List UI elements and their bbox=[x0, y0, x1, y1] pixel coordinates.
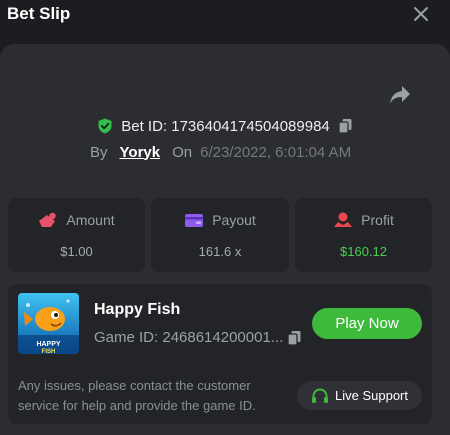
bet-date: 6/23/2022, 6:01:04 AM bbox=[200, 143, 352, 161]
stat-payout-value: 161.6 x bbox=[198, 244, 242, 259]
bet-id: Bet ID: 1736404174504089984 bbox=[121, 117, 330, 135]
stat-profit: Profit $160.12 bbox=[295, 198, 432, 272]
game-thumbnail[interactable]: HAPPY FISH bbox=[18, 293, 79, 354]
game-name: Happy Fish bbox=[94, 301, 181, 318]
by-label: By bbox=[90, 143, 108, 161]
svg-text:FISH: FISH bbox=[42, 349, 56, 354]
amount-icon bbox=[39, 212, 57, 227]
game-id-row: Game ID: 2468614200001... bbox=[94, 329, 302, 346]
play-now-button[interactable]: Play Now bbox=[312, 308, 422, 339]
close-icon[interactable] bbox=[411, 4, 431, 24]
svg-text:HAPPY: HAPPY bbox=[36, 341, 60, 348]
copy-icon[interactable] bbox=[338, 118, 353, 134]
stat-amount: Amount $1.00 bbox=[8, 198, 145, 272]
game-id: Game ID: 2468614200001... bbox=[94, 329, 284, 346]
live-support-label: Live Support bbox=[335, 388, 408, 403]
stat-amount-label: Amount bbox=[66, 212, 115, 228]
wallet-icon bbox=[185, 214, 204, 227]
bet-meta-row: By Yoryk On 6/23/2022, 6:01:04 AM bbox=[90, 142, 351, 162]
live-support-button[interactable]: Live Support bbox=[297, 381, 422, 410]
bet-id-row: Bet ID: 1736404174504089984 bbox=[0, 116, 450, 136]
page-title: Bet Slip bbox=[7, 4, 71, 23]
copy-game-id-icon[interactable] bbox=[287, 330, 302, 346]
stat-payout-label: Payout bbox=[212, 212, 256, 228]
profit-icon bbox=[334, 212, 353, 227]
user-link[interactable]: Yoryk bbox=[120, 144, 161, 161]
stat-profit-value: $160.12 bbox=[340, 244, 387, 259]
stat-profit-label: Profit bbox=[361, 212, 394, 228]
game-card: HAPPY FISH Happy Fish Game ID: 246861420… bbox=[8, 284, 432, 424]
share-icon[interactable] bbox=[388, 84, 412, 106]
header: Bet Slip bbox=[0, 0, 450, 44]
stat-payout: Payout 161.6 x bbox=[151, 198, 289, 272]
verified-shield-icon bbox=[98, 118, 112, 134]
support-note: Any issues, please contact the customer … bbox=[18, 378, 256, 413]
on-label: On bbox=[172, 143, 193, 161]
stat-amount-value: $1.00 bbox=[60, 244, 93, 259]
headset-icon bbox=[312, 388, 328, 403]
